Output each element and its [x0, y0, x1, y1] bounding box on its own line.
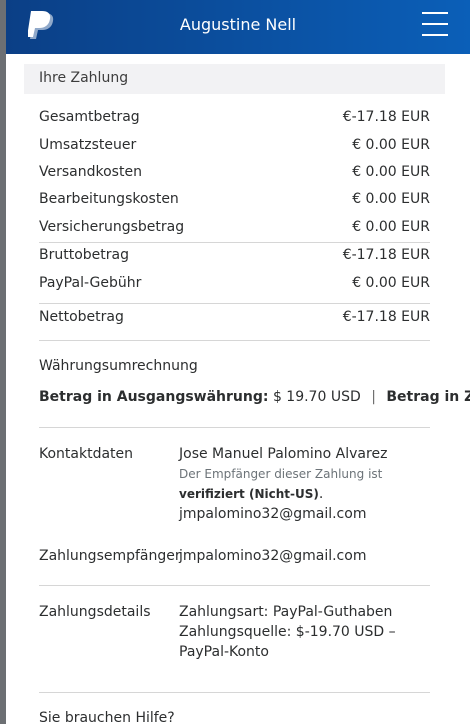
conversion-separator: | — [371, 389, 376, 405]
account-holder-name: Augustine Nell — [179, 15, 297, 34]
recipient-label: Zahlungsempfänger — [39, 548, 181, 564]
contact-name: Jose Manuel Palomino Alvarez — [179, 446, 388, 462]
row-label: Nettobetrag — [39, 309, 124, 325]
amount-row-handling: Bearbeitungskosten € 0.00 EUR — [39, 189, 430, 211]
verification-status: verifiziert (Nicht-US) — [179, 487, 319, 501]
amount-row-shipping: Versandkosten € 0.00 EUR — [39, 162, 430, 184]
payment-method: Zahlungsart: PayPal-Guthaben — [179, 604, 393, 620]
row-label: PayPal-Gebühr — [39, 275, 142, 291]
source-amount-value: $ 19.70 USD — [272, 389, 361, 405]
contact-email: jmpalomino32@gmail.com — [179, 506, 367, 522]
row-value: € 0.00 EUR — [352, 191, 430, 207]
divider — [39, 692, 430, 693]
divider — [39, 585, 430, 586]
payment-section-header: Ihre Zahlung — [24, 64, 445, 94]
source-amount-label: Betrag in Ausgangswährung: — [39, 389, 269, 405]
conversion-title: Währungsumrechnung — [39, 358, 198, 374]
row-label: Bruttobetrag — [39, 247, 129, 263]
amount-row-gross: Bruttobetrag €-17.18 EUR — [39, 245, 430, 267]
row-label: Versicherungsbetrag — [39, 219, 185, 235]
help-title[interactable]: Sie brauchen Hilfe? — [39, 710, 175, 724]
payment-details-label: Zahlungsdetails — [39, 604, 151, 620]
divider — [39, 427, 430, 428]
section-title: Ihre Zahlung — [39, 70, 129, 86]
verification-status-suffix: . — [318, 486, 324, 502]
amount-row-tax: Umsatzsteuer € 0.00 EUR — [39, 135, 430, 157]
transaction-details-screen: Augustine Nell Ihre Zahlung Gesamtbetrag… — [0, 0, 470, 724]
row-value: € 0.00 EUR — [352, 275, 430, 291]
verification-note: Der Empfänger dieser Zahlung ist — [179, 467, 383, 481]
row-value: €-17.18 EUR — [342, 109, 430, 125]
row-value: €-17.18 EUR — [342, 247, 430, 263]
payment-source-account: PayPal-Konto — [179, 644, 269, 660]
divider — [39, 340, 430, 341]
row-label: Umsatzsteuer — [39, 137, 137, 153]
background-page-edge — [0, 0, 6, 724]
row-label: Bearbeitungskosten — [39, 191, 179, 207]
app-header: Augustine Nell — [6, 0, 470, 54]
amount-row-net: Nettobetrag €-17.18 EUR — [39, 307, 430, 329]
row-value: € 0.00 EUR — [352, 164, 430, 180]
contact-details: Jose Manuel Palomino Alvarez Der Empfäng… — [179, 444, 387, 524]
row-label: Versandkosten — [39, 164, 142, 180]
payment-source: Zahlungsquelle: $-19.70 USD – — [179, 624, 396, 640]
divider — [39, 242, 430, 243]
recipient-email: jmpalomino32@gmail.com — [179, 548, 367, 564]
hamburger-menu-icon[interactable] — [422, 10, 448, 38]
amount-row-fee: PayPal-Gebühr € 0.00 EUR — [39, 273, 430, 295]
amount-row-total: Gesamtbetrag €-17.18 EUR — [39, 107, 430, 129]
row-label: Gesamtbetrag — [39, 109, 140, 125]
row-value: € 0.00 EUR — [352, 137, 430, 153]
divider — [39, 303, 430, 304]
contact-label: Kontaktdaten — [39, 446, 134, 462]
row-value: € 0.00 EUR — [352, 219, 430, 235]
conversion-line: Betrag in Ausgangswährung: $ 19.70 USD |… — [39, 389, 470, 405]
target-amount-label: Betrag in Zielwähru — [386, 389, 470, 405]
row-value: €-17.18 EUR — [342, 309, 430, 325]
payment-details: Zahlungsart: PayPal-Guthaben Zahlungsque… — [179, 602, 396, 662]
amount-row-insurance: Versicherungsbetrag € 0.00 EUR — [39, 217, 430, 239]
main-content: Ihre Zahlung Gesamtbetrag €-17.18 EUR Um… — [24, 54, 470, 724]
